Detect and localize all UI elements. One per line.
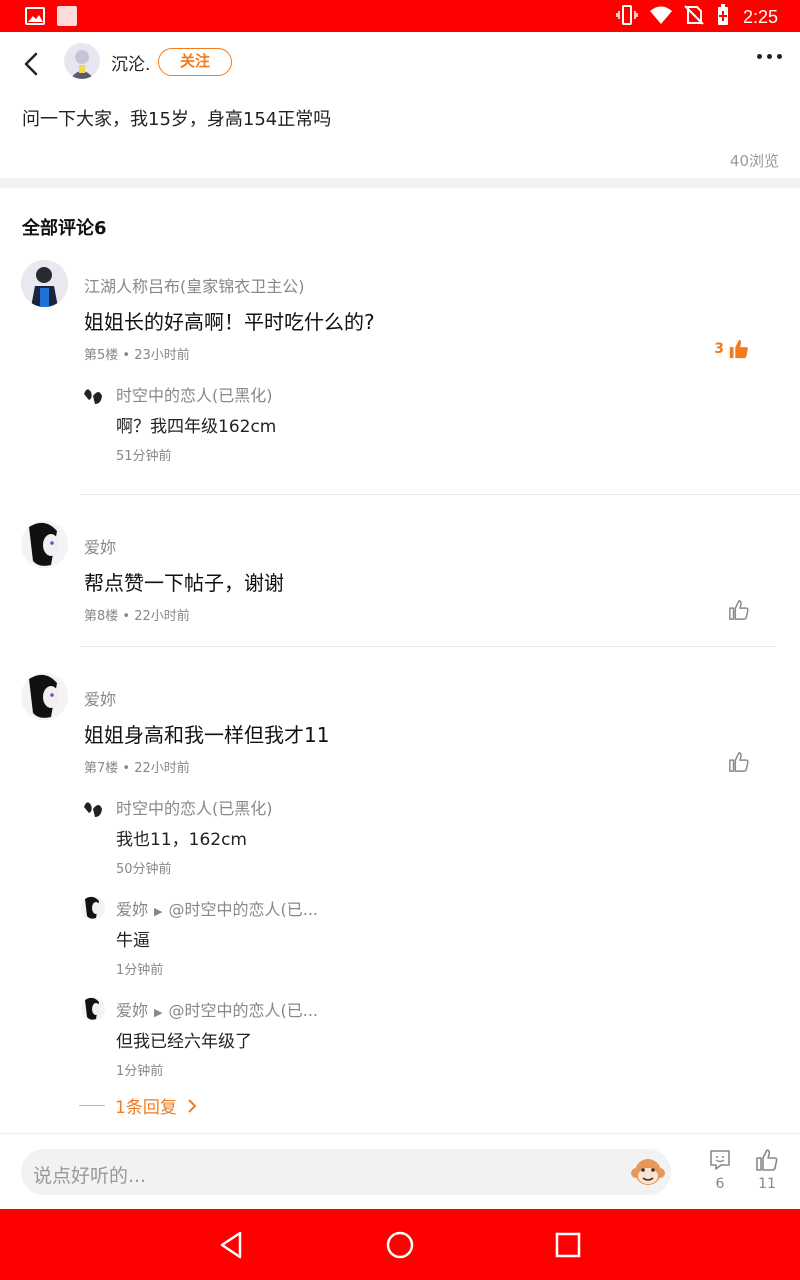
comment-meta: 第5楼 • 23小时前: [84, 348, 190, 363]
follow-button[interactable]: 关注: [158, 48, 232, 76]
like-count: 3: [714, 341, 724, 357]
vibrate-icon: [615, 3, 639, 31]
comment-input[interactable]: 说点好听的...: [21, 1149, 671, 1195]
post-like-button[interactable]: 11: [747, 1148, 787, 1192]
comments-button[interactable]: 6: [700, 1148, 740, 1192]
avatar[interactable]: [21, 673, 68, 720]
nav-recents-button[interactable]: [552, 1229, 584, 1261]
system-nav-bar: [0, 1209, 800, 1280]
more-options-button[interactable]: [757, 54, 782, 59]
comment-divider: [80, 494, 800, 495]
monkey-emoji-icon: [631, 1159, 665, 1185]
thumbs-up-icon: [756, 1149, 778, 1171]
comment-bubble-icon: [710, 1150, 730, 1170]
comment-meta: 第8楼 • 22小时前: [84, 609, 190, 624]
thumbs-up-icon: [729, 752, 749, 772]
reply-text[interactable]: 啊？我四年级162cm: [116, 412, 276, 437]
app-icon: [56, 5, 78, 31]
post-header: 沉沦. 关注: [0, 32, 800, 92]
reply-text[interactable]: 但我已经六年级了: [116, 1027, 252, 1052]
comment-author[interactable]: 爱妳: [84, 534, 116, 558]
comment-author[interactable]: 江湖人称吕布(皇家锦衣卫主公): [84, 273, 305, 297]
reply-avatar[interactable]: [81, 384, 105, 408]
square-recents-icon: [555, 1232, 581, 1258]
section-divider: [0, 178, 800, 188]
circle-home-icon: [386, 1231, 414, 1259]
comment-text[interactable]: 姐姐长的好高啊！平时吃什么的?: [84, 306, 375, 335]
reply-arrow-icon: ▶: [154, 1006, 163, 1019]
post-text: 问一下大家，我15岁，身高154正常吗: [22, 109, 332, 130]
reply-author[interactable]: 时空中的恋人(已黑化): [116, 795, 273, 819]
thumbs-up-filled-icon: [729, 339, 748, 359]
comment-text[interactable]: 姐姐身高和我一样但我才11: [84, 719, 329, 748]
emoji-button[interactable]: [629, 1153, 667, 1191]
reply-avatar[interactable]: [81, 896, 105, 920]
like-button[interactable]: [728, 751, 750, 773]
status-time: 2:25: [742, 6, 778, 27]
chevron-left-icon: [24, 52, 38, 76]
reply-author-line: 爱妳 ▶ @时空中的恋人(已...: [116, 896, 318, 920]
host-avatar[interactable]: [64, 43, 100, 79]
post-like-count: 11: [758, 1176, 776, 1192]
avatar[interactable]: [21, 521, 68, 568]
thumbs-up-icon: [729, 600, 749, 620]
back-button[interactable]: [18, 50, 46, 78]
reply-text[interactable]: 我也11，162cm: [116, 825, 247, 850]
reply-time: 51分钟前: [116, 449, 172, 464]
more-replies-link[interactable]: 1条回复: [79, 1093, 197, 1118]
comments-title: 全部评论6: [22, 218, 107, 239]
status-bar: 2:25: [0, 0, 800, 32]
reply-author[interactable]: 爱妳: [116, 1001, 148, 1020]
like-button[interactable]: 3: [714, 338, 750, 360]
reply-target[interactable]: @时空中的恋人(已...: [168, 1001, 318, 1020]
reply-time: 1分钟前: [116, 963, 164, 978]
reply-avatar[interactable]: [81, 797, 105, 821]
image-icon: [24, 5, 46, 31]
nav-home-button[interactable]: [384, 1229, 416, 1261]
reply-author[interactable]: 爱妳: [116, 900, 148, 919]
triangle-back-icon: [220, 1231, 242, 1259]
reply-author[interactable]: 时空中的恋人(已黑化): [116, 382, 273, 406]
avatar[interactable]: [21, 260, 68, 307]
more-replies-line: [79, 1105, 105, 1106]
more-replies-label: 1条回复: [115, 1098, 177, 1118]
comment-count: 6: [715, 1176, 725, 1192]
battery-icon: [715, 3, 731, 31]
reply-text[interactable]: 牛逼: [116, 926, 150, 951]
reply-avatar[interactable]: [81, 997, 105, 1021]
comment-author[interactable]: 爱妳: [84, 686, 116, 710]
reply-author-line: 爱妳 ▶ @时空中的恋人(已...: [116, 997, 318, 1021]
comment-divider: [80, 646, 776, 647]
reply-target[interactable]: @时空中的恋人(已...: [168, 900, 318, 919]
nav-back-button[interactable]: [216, 1229, 248, 1261]
comment-meta: 第7楼 • 22小时前: [84, 761, 190, 776]
like-button[interactable]: [728, 599, 750, 621]
comment-input-placeholder: 说点好听的...: [33, 1165, 147, 1187]
reply-time: 50分钟前: [116, 862, 172, 877]
comment-text[interactable]: 帮点赞一下帖子，谢谢: [84, 567, 284, 596]
host-name[interactable]: 沉沦.: [111, 50, 150, 75]
no-sim-icon: [683, 4, 705, 30]
comment-input-bar: 说点好听的... 6 11: [0, 1133, 800, 1209]
reply-arrow-icon: ▶: [154, 905, 163, 918]
wifi-icon: [649, 3, 673, 31]
reply-time: 1分钟前: [116, 1064, 164, 1079]
chevron-right-icon: [188, 1098, 197, 1113]
view-count: 40浏览: [729, 152, 779, 170]
